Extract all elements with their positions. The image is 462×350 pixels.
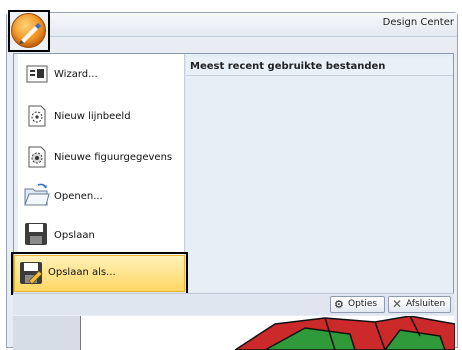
options-button-label: Opties bbox=[348, 299, 378, 309]
save-as-icon bbox=[19, 261, 43, 285]
save-icon bbox=[24, 222, 48, 246]
options-gear-icon: ⚙ bbox=[334, 298, 344, 311]
options-button[interactable]: ⚙ Opties bbox=[330, 296, 385, 313]
new-figure-data-icon bbox=[26, 146, 48, 168]
menu-item-label: Opslaan bbox=[54, 230, 95, 241]
menu-item-label: Nieuw lijnbeeld bbox=[54, 111, 131, 122]
wizard-icon bbox=[26, 63, 48, 85]
menu-item-open[interactable]: Openen... bbox=[18, 178, 184, 214]
menu-item-label: Nieuwe figuurgegevens bbox=[54, 152, 173, 163]
menu-item-new-figure-data[interactable]: Nieuwe figuurgegevens bbox=[18, 139, 184, 175]
menu-item-wizard[interactable]: Wizard... bbox=[18, 56, 184, 92]
application-orb-icon[interactable] bbox=[11, 13, 46, 48]
recent-files-pane bbox=[186, 54, 453, 292]
exit-button-label: Afsluiten bbox=[406, 299, 446, 309]
canvas-side-panel bbox=[13, 316, 81, 350]
menu-item-new-line-image[interactable]: Nieuw lijnbeeld bbox=[18, 98, 184, 134]
menu-item-label: Openen... bbox=[54, 191, 103, 202]
menu-item-label: Wizard... bbox=[54, 69, 98, 80]
embroidery-drawing-image bbox=[235, 316, 455, 350]
close-icon: ✕ bbox=[392, 297, 403, 311]
menu-item-label: Opslaan als... bbox=[48, 267, 116, 278]
window-title: Design Center bbox=[382, 17, 454, 28]
exit-button[interactable]: ✕ Afsluiten bbox=[388, 296, 451, 313]
menu-item-save-as[interactable]: Opslaan als... bbox=[14, 255, 185, 292]
open-folder-icon bbox=[24, 182, 50, 208]
menu-item-save[interactable]: Opslaan bbox=[18, 217, 184, 253]
pen-icon bbox=[19, 23, 41, 44]
new-line-image-icon bbox=[26, 105, 48, 127]
recent-files-title: Meest recent gebruikte bestanden bbox=[190, 61, 386, 72]
